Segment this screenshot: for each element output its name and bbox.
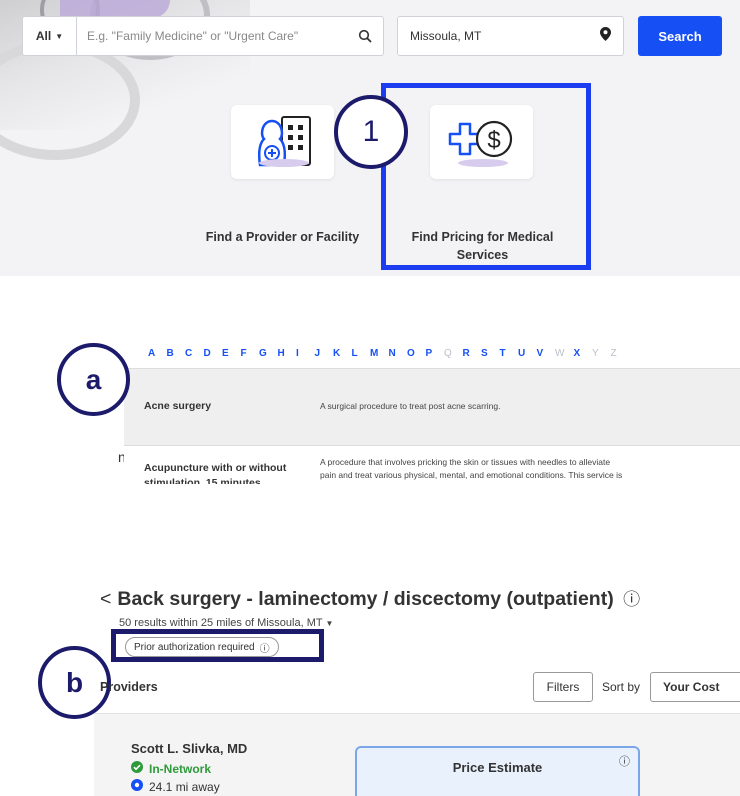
alphabet-letter[interactable]: V [537, 348, 556, 359]
providers-heading: Providers [100, 680, 158, 694]
prior-auth-highlight-box [111, 629, 324, 662]
procedure-name-line2: stimulation, 15 minutes [144, 477, 261, 484]
alphabet-letter[interactable]: R [463, 348, 482, 359]
procedure-description-line2: pain and treat various physical, mental,… [320, 470, 623, 480]
procedure-name: Acupuncture with or without stimulation,… [144, 461, 286, 484]
location-dot-icon [131, 779, 143, 794]
alphabet-letter[interactable]: P [426, 348, 445, 359]
procedure-title: Back surgery - laminectomy / discectomy … [117, 588, 614, 610]
alphabet-letter[interactable]: B [167, 348, 186, 359]
results-summary[interactable]: 50 results within 25 miles of Missoula, … [119, 617, 333, 629]
alphabet-letter[interactable]: A [148, 348, 167, 359]
alphabet-letter[interactable]: G [259, 348, 278, 359]
alphabet-letter[interactable]: O [407, 348, 426, 359]
alphabet-letter[interactable]: T [500, 348, 519, 359]
alphabet-letter: Q [444, 347, 452, 359]
location-field[interactable]: Missoula, MT [397, 16, 624, 56]
search-button[interactable]: Search [638, 16, 722, 56]
map-pin-icon [600, 26, 611, 46]
alphabet-letter[interactable]: E [222, 348, 241, 359]
alphabet-letter[interactable]: I [296, 348, 315, 359]
filters-button[interactable]: Filters [533, 672, 593, 702]
alphabet-letter[interactable]: K [333, 348, 352, 359]
search-input[interactable] [77, 17, 347, 55]
check-circle-icon [131, 761, 143, 776]
alphabet-letter[interactable]: X [574, 348, 593, 359]
callout-a: a [57, 343, 130, 416]
info-icon[interactable]: ⓘ [623, 590, 640, 609]
sort-select[interactable]: Your Cost [650, 672, 740, 702]
callout-1: 1 [334, 95, 408, 169]
alphabet-letter[interactable]: D [204, 348, 223, 359]
network-label: In-Network [149, 761, 212, 776]
alphabet-letter[interactable]: J [315, 348, 334, 359]
alphabet-nav: ABCDEFGHIJKLMNOPQRSTUVWXYZ [124, 338, 740, 368]
pricing-highlight-box [381, 83, 591, 270]
alphabet-letter[interactable]: C [185, 348, 204, 359]
alphabet-letter[interactable]: S [481, 348, 500, 359]
alphabet-letter[interactable]: H [278, 348, 297, 359]
price-estimate-panel: Price Estimate ⓘ [355, 746, 640, 796]
distance-label: 24.1 mi away [149, 779, 220, 794]
procedure-name-line1: Acupuncture with or without [144, 462, 287, 474]
search-bar: All ▼ [22, 16, 384, 56]
procedure-name: Acne surgery [144, 400, 212, 412]
location-value: Missoula, MT [410, 29, 482, 43]
price-estimate-label: Price Estimate [452, 760, 543, 775]
scope-dropdown[interactable]: All ▼ [23, 17, 77, 55]
results-summary-text: 50 results within 25 miles of Missoula, … [119, 617, 323, 629]
page-title: < Back surgery - laminectomy / discectomy… [100, 585, 640, 611]
search-icon[interactable] [347, 17, 383, 55]
provider-name[interactable]: Scott L. Slivka, MD [131, 741, 247, 756]
back-chevron-icon[interactable]: < [100, 588, 111, 610]
alphabet-letter[interactable]: M [370, 348, 389, 359]
alphabet-letter[interactable]: F [241, 348, 260, 359]
alphabet-letter[interactable]: N [389, 348, 408, 359]
alphabet-letter: Y [592, 347, 599, 359]
network-status: In-Network [131, 761, 211, 776]
procedure-description: A surgical procedure to treat post acne … [320, 401, 501, 411]
distance-row: 24.1 mi away [131, 779, 220, 794]
procedure-list: ABCDEFGHIJKLMNOPQRSTUVWXYZ Acne surgery … [124, 338, 740, 484]
list-item[interactable]: Acne surgery A surgical procedure to tre… [124, 368, 740, 446]
info-icon[interactable]: ⓘ [619, 753, 630, 769]
alphabet-letter: Z [610, 347, 617, 359]
alphabet-letter: W [555, 347, 565, 359]
search-header-section: All ▼ Missoula, MT Search Fin [0, 0, 740, 276]
procedure-description-line1: A procedure that involves pricking the s… [320, 457, 611, 467]
find-provider-card[interactable] [231, 105, 334, 179]
find-provider-label: Find a Provider or Facility [205, 230, 360, 244]
alphabet-letter[interactable]: L [352, 348, 371, 359]
procedure-description: A procedure that involves pricking the s… [320, 456, 622, 482]
scope-label: All [35, 29, 52, 43]
caret-down-icon: ▼ [325, 619, 334, 628]
sort-by-label: Sort by [602, 680, 641, 694]
caret-down-icon: ▼ [55, 31, 64, 41]
alphabet-letter[interactable]: U [518, 348, 537, 359]
